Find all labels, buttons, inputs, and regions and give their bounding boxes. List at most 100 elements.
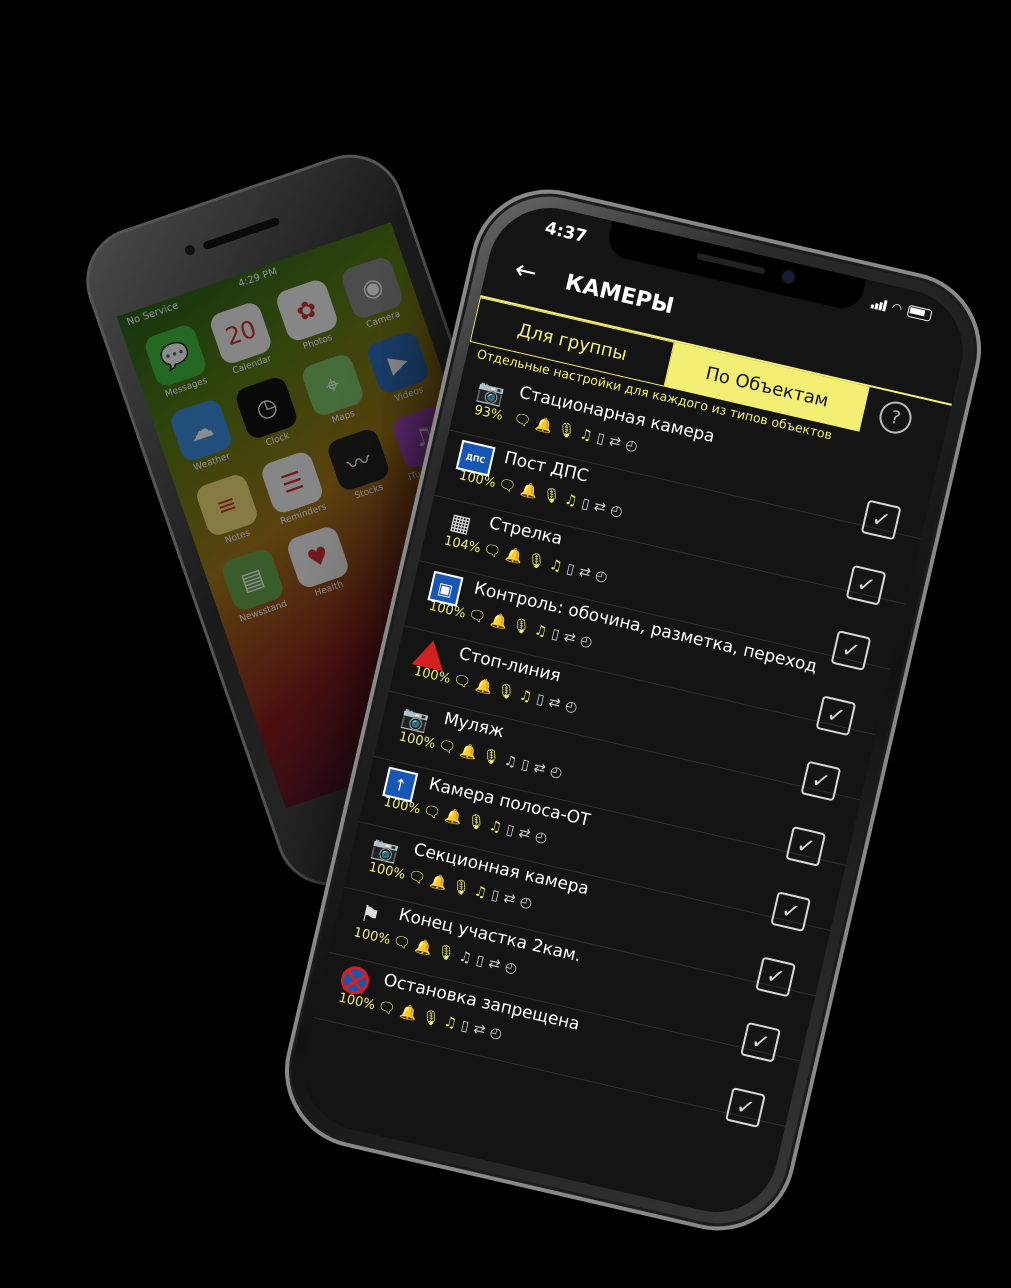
volume-percent: 100% <box>367 859 407 883</box>
repeat-icon[interactable]: ⇄ <box>472 1021 487 1039</box>
microphone-icon[interactable]: 🎙 <box>511 617 532 637</box>
music-icon[interactable]: ♫ <box>488 818 504 836</box>
repeat-icon[interactable]: ⇄ <box>532 759 547 777</box>
volume-percent: 104% <box>442 533 483 557</box>
ios-app-clock[interactable]: ◷ Clock <box>229 373 308 454</box>
music-icon[interactable]: ♫ <box>548 557 564 575</box>
message-icon[interactable]: 🗨 <box>482 541 503 561</box>
message-icon[interactable]: 🗨 <box>436 737 457 757</box>
speedometer-icon[interactable]: ◴ <box>518 894 534 912</box>
status-time: 4:37 <box>542 218 589 248</box>
ios-app-messages[interactable]: 💬 Messages <box>138 321 217 402</box>
message-icon[interactable]: 🗨 <box>376 998 397 1018</box>
message-icon[interactable]: 🗨 <box>512 411 533 431</box>
bell-icon[interactable]: 🔔 <box>443 808 464 828</box>
volume-percent: 100% <box>352 925 392 949</box>
message-icon[interactable]: 🗨 <box>391 933 412 953</box>
phone-rotate-icon[interactable]: ▯ <box>459 1018 470 1035</box>
phone-rotate-icon[interactable]: ▯ <box>505 822 516 839</box>
phone-rotate-icon[interactable]: ▯ <box>535 691 546 708</box>
speedometer-icon[interactable]: ◴ <box>563 698 579 716</box>
message-icon[interactable]: 🗨 <box>421 803 442 823</box>
phone-rotate-icon[interactable]: ▯ <box>474 952 485 969</box>
microphone-icon[interactable]: 🎙 <box>465 813 486 833</box>
music-icon[interactable]: ♫ <box>442 1014 458 1032</box>
microphone-icon[interactable]: 🎙 <box>526 552 547 572</box>
ios-app-notes[interactable]: ≡ Notes <box>189 470 268 551</box>
bell-icon[interactable]: 🔔 <box>413 938 434 958</box>
back-arrow-icon[interactable]: ← <box>512 255 540 289</box>
wifi-icon: ◠ <box>890 300 904 317</box>
music-icon[interactable]: ♫ <box>533 622 549 640</box>
ios-app-stocks[interactable]: 〰 Stocks <box>321 425 400 506</box>
microphone-icon[interactable]: 🎙 <box>420 1009 441 1029</box>
bell-icon[interactable]: 🔔 <box>519 481 540 501</box>
bell-icon[interactable]: 🔔 <box>398 1004 419 1024</box>
speedometer-icon[interactable]: ◴ <box>579 633 595 651</box>
volume-percent: 100% <box>397 729 437 753</box>
microphone-icon[interactable]: 🎙 <box>450 878 471 898</box>
phone-rotate-icon[interactable]: ▯ <box>520 757 531 774</box>
music-icon[interactable]: ♫ <box>457 948 473 966</box>
bell-icon[interactable]: 🔔 <box>489 612 510 632</box>
ios-app-camera[interactable]: ◉ Camera <box>335 253 414 334</box>
phone-rotate-icon[interactable]: ▯ <box>595 430 606 447</box>
music-icon[interactable]: ♫ <box>503 753 519 771</box>
bell-icon[interactable]: 🔔 <box>504 547 525 567</box>
ios-app-calendar[interactable]: 20 Calendar <box>203 298 282 379</box>
repeat-icon[interactable]: ⇄ <box>502 890 517 908</box>
volume-percent: 100% <box>457 468 498 492</box>
music-icon[interactable]: ♫ <box>578 426 594 444</box>
ios-app-maps[interactable]: ⌖ Maps <box>295 351 374 432</box>
microphone-icon[interactable]: 🎙 <box>556 421 577 441</box>
ios-app-photos[interactable]: ✿ Photos <box>269 276 348 357</box>
microphone-icon[interactable]: 🎙 <box>541 486 562 506</box>
music-icon[interactable]: ♫ <box>518 687 534 705</box>
notes-icon: ≡ <box>193 472 260 539</box>
bell-icon[interactable]: 🔔 <box>428 873 449 893</box>
earpiece <box>696 252 766 275</box>
repeat-icon[interactable]: ⇄ <box>607 433 622 451</box>
message-icon[interactable]: 🗨 <box>451 672 472 692</box>
speedometer-icon[interactable]: ◴ <box>533 828 549 846</box>
ios-app-reminders[interactable]: ☰ Reminders <box>255 448 334 529</box>
repeat-icon[interactable]: ⇄ <box>562 629 577 647</box>
repeat-icon[interactable]: ⇄ <box>592 498 607 516</box>
speedometer-icon[interactable]: ◴ <box>488 1024 504 1042</box>
bell-icon[interactable]: 🔔 <box>534 416 555 436</box>
speedometer-icon[interactable]: ◴ <box>548 763 564 781</box>
help-button[interactable]: ? <box>876 398 915 437</box>
repeat-icon[interactable]: ⇄ <box>577 564 592 582</box>
phone-rotate-icon[interactable]: ▯ <box>580 495 591 512</box>
message-icon[interactable]: 🗨 <box>497 476 518 496</box>
message-icon[interactable]: 🗨 <box>406 868 427 888</box>
microphone-icon[interactable]: 🎙 <box>495 682 516 702</box>
ios-app-health[interactable]: ♥ Health <box>281 523 360 604</box>
message-icon[interactable]: 🗨 <box>466 607 487 627</box>
status-icons: ◠ <box>870 295 933 322</box>
phone-rotate-icon[interactable]: ▯ <box>550 626 561 643</box>
repeat-icon[interactable]: ⇄ <box>547 694 562 712</box>
volume-percent: 100% <box>412 663 453 687</box>
speedometer-icon[interactable]: ◴ <box>624 437 640 455</box>
ios-app-weather[interactable]: ☁ Weather <box>163 396 242 477</box>
music-icon[interactable]: ♫ <box>472 883 488 901</box>
speedometer-icon[interactable]: ◴ <box>609 502 625 520</box>
phone-rotate-icon[interactable]: ▯ <box>565 561 576 578</box>
ios-app-videos[interactable]: ▶ Videos <box>361 328 440 409</box>
repeat-icon[interactable]: ⇄ <box>487 955 502 973</box>
microphone-icon[interactable]: 🎙 <box>435 943 456 963</box>
microphone-icon[interactable]: 🎙 <box>480 747 501 767</box>
phone-rotate-icon[interactable]: ▯ <box>490 887 501 904</box>
volume-percent: 100% <box>427 598 468 622</box>
speedometer-icon[interactable]: ◴ <box>503 959 519 977</box>
music-icon[interactable]: ♫ <box>563 491 579 509</box>
enable-checkbox[interactable]: ✓ <box>725 1087 766 1128</box>
speedometer-icon[interactable]: ◴ <box>594 567 610 585</box>
repeat-icon[interactable]: ⇄ <box>517 825 532 843</box>
scene: No Service 4:29 PM 💬 Messages 20 Calendar ✿ P… <box>0 0 1011 1288</box>
bell-icon[interactable]: 🔔 <box>474 677 495 697</box>
ios-app-newsstand[interactable]: ▤ Newsstand <box>215 545 294 626</box>
bell-icon[interactable]: 🔔 <box>459 742 480 762</box>
section-end-icon-glyph: ⚑ <box>357 900 383 930</box>
